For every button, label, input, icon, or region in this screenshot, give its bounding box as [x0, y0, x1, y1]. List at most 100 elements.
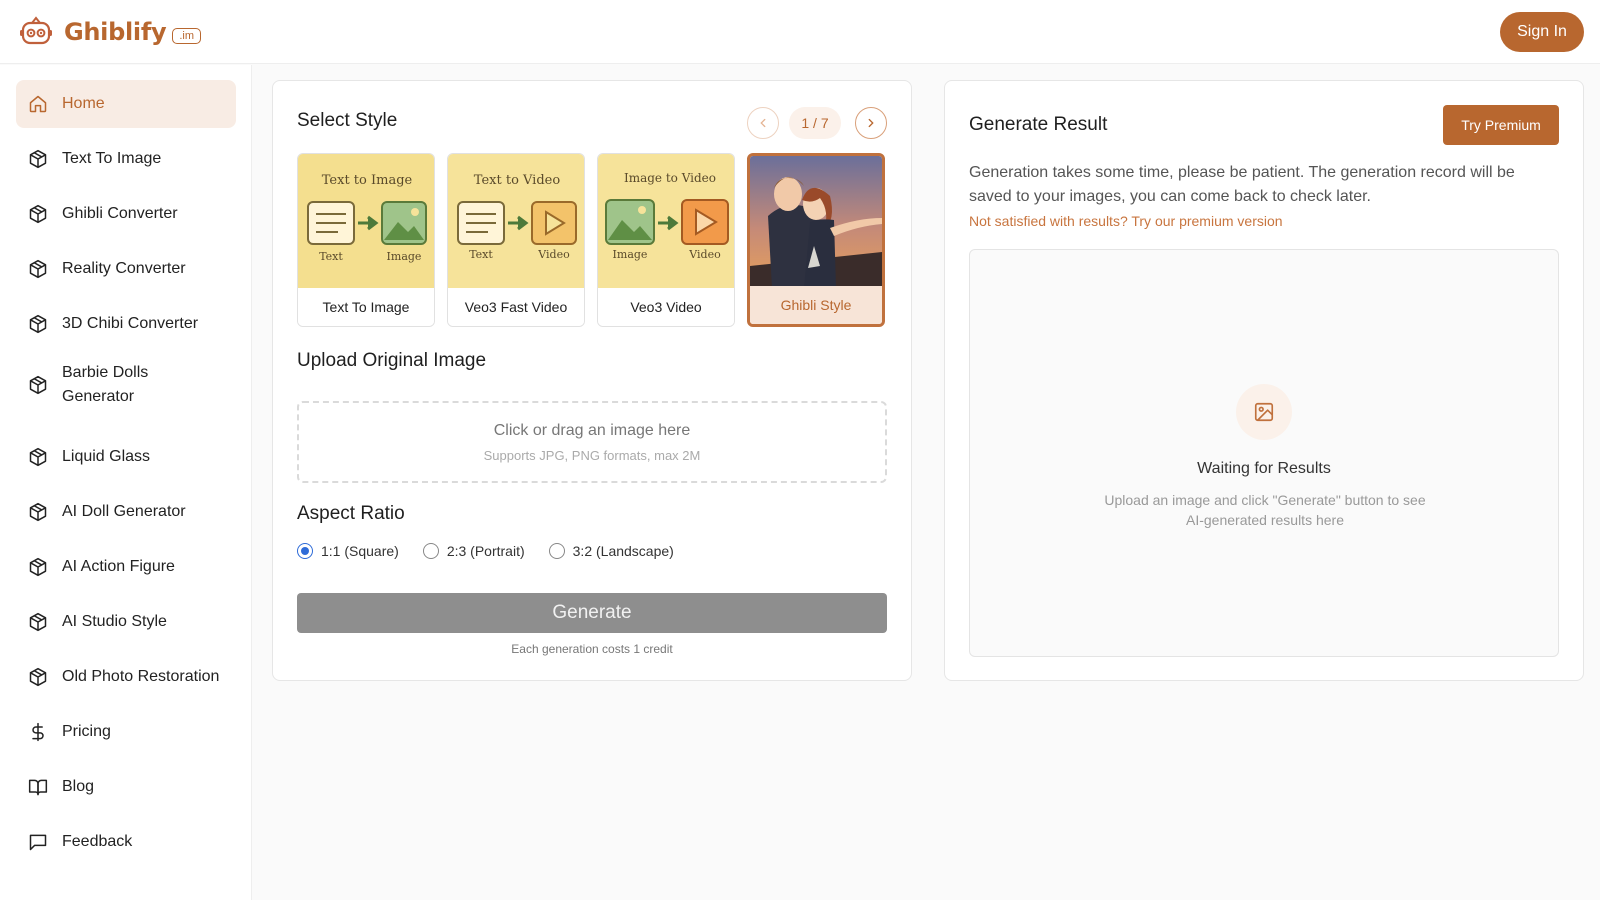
result-title: Generate Result — [969, 114, 1108, 135]
cube-icon — [29, 667, 47, 687]
cube-icon — [29, 149, 47, 169]
style-card-label: Veo3 Fast Video — [448, 288, 584, 326]
radio-button[interactable] — [422, 543, 439, 559]
try-premium-button[interactable]: Try Premium — [1443, 105, 1559, 145]
style-card-text-to-image[interactable]: Text to Image Text Image Text To Image — [297, 153, 435, 327]
cube-icon — [29, 375, 47, 395]
sidebar-item-label: AI Doll Generator — [62, 503, 186, 520]
brand-logo[interactable]: Ghiblify .im — [18, 14, 202, 50]
message-icon — [29, 834, 47, 851]
sidebar-item-label: Feedback — [62, 833, 133, 850]
sidebar-item-label: Liquid Glass — [62, 448, 151, 465]
sidebar-item-pricing[interactable]: Pricing — [16, 708, 236, 756]
sidebar-item-label: Old Photo Restoration — [62, 668, 220, 685]
sidebar-item-label: Ghibli Converter — [62, 205, 178, 222]
cube-icon — [29, 204, 47, 224]
result-placeholder-area: Waiting for Results Upload an image and … — [969, 249, 1559, 657]
style-card-label: Veo3 Video — [598, 288, 734, 326]
thumb-right-caption: Video — [688, 248, 721, 261]
text-to-video-thumbnail: Text to Video Text Video — [448, 154, 584, 290]
upload-main-text: Click or drag an image here — [493, 421, 691, 439]
radio-label: 3:2 (Landscape) — [572, 543, 674, 559]
image-icon — [1254, 402, 1274, 422]
dollar-icon — [32, 722, 44, 742]
sidebar-item-ai-action-figure[interactable]: AI Action Figure — [16, 543, 236, 591]
sidebar-item-reality-converter[interactable]: Reality Converter — [16, 245, 236, 293]
select-style-title: Select Style — [297, 110, 398, 131]
radio-label: 1:1 (Square) — [321, 543, 399, 559]
sidebar-item-label: AI Action Figure — [62, 558, 175, 575]
style-card-ghibli-style[interactable]: Ghibli Style — [747, 153, 885, 327]
generate-button[interactable]: Generate — [297, 593, 887, 633]
result-icon-wrap — [1236, 384, 1292, 440]
sidebar-item-home[interactable]: Home — [16, 80, 236, 128]
thumb-left-caption: Image — [613, 248, 648, 261]
radio-button[interactable] — [548, 543, 565, 559]
aspect-ratio-options: 1:1 (Square) 2:3 (Portrait) 3:2 (Landsca… — [297, 543, 698, 559]
carousel-next-button[interactable] — [855, 107, 887, 139]
image-upload-dropzone[interactable]: Click or drag an image here Supports JPG… — [297, 401, 887, 483]
upload-sub-text: Supports JPG, PNG formats, max 2M — [483, 447, 701, 463]
radio-label: 2:3 (Portrait) — [446, 543, 525, 559]
cube-icon — [29, 557, 47, 577]
cube-icon — [29, 314, 47, 334]
waiting-description: Upload an image and click "Generate" but… — [1104, 492, 1426, 528]
cube-icon — [29, 447, 47, 467]
premium-note-link[interactable]: Not satisfied with results? Try our prem… — [969, 213, 1283, 229]
sidebar-item-feedback[interactable]: Feedback — [16, 818, 236, 866]
aspect-option-portrait[interactable]: 2:3 (Portrait) — [422, 543, 525, 559]
waiting-title: Waiting for Results — [1197, 460, 1331, 477]
style-panel: Select Style 1 / 7 Text to Image Text Im… — [272, 80, 912, 681]
sidebar-item-label: Reality Converter — [62, 260, 186, 277]
sidebar-item-label: AI Studio Style — [62, 613, 167, 630]
cost-note: Each generation costs 1 credit — [511, 642, 673, 656]
sidebar-item-label: Blog — [62, 778, 95, 795]
sidebar-item-old-photo-restoration[interactable]: Old Photo Restoration — [16, 653, 236, 701]
sidebar-item-label: 3D Chibi Converter — [62, 315, 199, 332]
aspect-ratio-title: Aspect Ratio — [297, 503, 405, 524]
style-card-label: Ghibli Style — [750, 286, 882, 324]
sidebar-item-blog[interactable]: Blog — [16, 763, 236, 811]
home-icon — [29, 95, 47, 113]
thumb-title: Text to Image — [322, 173, 413, 188]
brand-badge: .im — [172, 28, 202, 44]
sidebar-item-label: Text To Image — [62, 150, 162, 167]
style-card-veo3-video[interactable]: Image to Video Image Video Veo3 Video — [597, 153, 735, 327]
upload-title: Upload Original Image — [297, 350, 487, 371]
sidebar-item-label: Pricing — [62, 723, 111, 740]
sidebar-item-3d-chibi-converter[interactable]: 3D Chibi Converter — [16, 300, 236, 348]
sign-in-button[interactable]: Sign In — [1500, 12, 1584, 52]
sidebar-item-barbie-dolls-generator[interactable]: Barbie Dolls Generator — [16, 355, 236, 415]
thumb-left-caption: Text — [469, 248, 493, 261]
thumb-title: Image to Video — [624, 171, 716, 185]
style-card-veo3-fast-video[interactable]: Text to Video Text Video Veo3 Fast Video — [447, 153, 585, 327]
thumb-right-caption: Image — [387, 250, 422, 263]
cube-icon — [29, 502, 47, 522]
sidebar-item-ai-studio-style[interactable]: AI Studio Style — [16, 598, 236, 646]
thumb-title: Text to Video — [474, 173, 561, 188]
result-description: Generation takes some time, please be pa… — [969, 164, 1515, 205]
book-icon — [28, 779, 48, 796]
sidebar: Home Text To Image Ghibli Converter Real… — [0, 65, 252, 900]
chevron-right-icon — [868, 118, 874, 128]
cube-icon — [29, 259, 47, 279]
sidebar-item-ai-doll-generator[interactable]: AI Doll Generator — [16, 488, 236, 536]
top-header: Ghiblify .im Sign In — [0, 0, 1600, 64]
aspect-option-square[interactable]: 1:1 (Square) — [297, 543, 399, 559]
style-card-label: Text To Image — [298, 288, 434, 326]
radio-button[interactable] — [297, 543, 313, 559]
sidebar-item-liquid-glass[interactable]: Liquid Glass — [16, 433, 236, 481]
brand-name: Ghiblify — [64, 18, 167, 46]
sidebar-item-label: Home — [62, 95, 105, 112]
sidebar-item-text-to-image[interactable]: Text To Image — [16, 135, 236, 183]
ghibli-style-thumbnail — [750, 156, 882, 288]
image-to-video-thumbnail: Image to Video Image Video — [598, 154, 734, 290]
carousel-page-indicator: 1 / 7 — [789, 107, 841, 139]
carousel-prev-button[interactable] — [747, 107, 779, 139]
chevron-left-icon — [760, 118, 766, 128]
aspect-option-landscape[interactable]: 3:2 (Landscape) — [548, 543, 674, 559]
thumb-left-caption: Text — [319, 250, 343, 263]
text-to-image-thumbnail: Text to Image Text Image — [298, 154, 434, 290]
thumb-right-caption: Video — [537, 248, 570, 261]
sidebar-item-ghibli-converter[interactable]: Ghibli Converter — [16, 190, 236, 238]
